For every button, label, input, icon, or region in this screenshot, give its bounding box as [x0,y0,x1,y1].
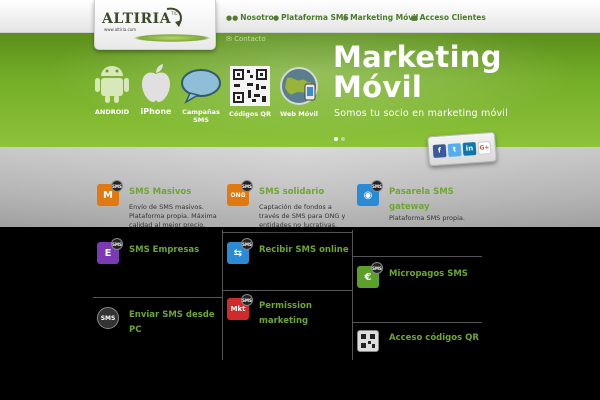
grid-divider [352,256,482,257]
facebook-icon[interactable]: f [432,143,447,158]
logo-arrow-icon [166,7,182,27]
banner-icon-label: Campañas SMS [182,108,220,124]
grid-divider [93,297,222,298]
service-recibir-sms[interactable]: ⇆ SMS Recibir SMS online [227,238,354,272]
service-enviar-sms-pc[interactable]: SMS Enviar SMS desde PC [97,307,221,337]
service-sms-empresas[interactable]: E SMS SMS Empresas [97,238,224,272]
banner-codigos-qr[interactable]: Códigos QR [229,66,271,118]
service-desc: Plataforma SMS propia. [389,214,465,222]
nav-label: Marketing Móvil [350,13,419,22]
banner-icon-label: Web Móvil [280,110,318,118]
logo-swoosh [133,34,211,42]
banner-campanas-sms[interactable]: Campañas SMS [180,68,222,124]
service-title[interactable]: Enviar SMS desde PC [129,308,224,338]
nav-label: Acceso Clientes [419,13,486,22]
nav-nosotros[interactable]: ●● Nosotros [226,13,278,22]
logo-url: www.altiria.com [104,27,136,32]
sms-badge-icon: SMS [371,180,383,192]
banner-title-line2: Móvil [333,70,423,104]
service-desc: Envío de SMS masivos. Plataforma propia.… [129,203,217,229]
google-plus-icon[interactable]: G+ [477,140,492,155]
twitter-icon[interactable]: t [447,142,462,157]
slider-dot[interactable] [334,137,338,141]
service-acceso-qr[interactable]: Acceso códigos QR [357,330,481,360]
nav-plataforma-sms[interactable]: ● Plataforma SMS [273,13,349,22]
logo-text: ALTIRIA [102,11,172,27]
android-icon [95,66,129,103]
banner-title: Marketing Móvil [333,42,502,102]
banner-icon-label: iPhone [140,107,172,116]
sms-badge-icon: SMS [111,238,123,250]
service-title[interactable]: Recibir SMS online [259,243,354,258]
service-sms-masivos[interactable]: M SMS SMS Masivos Envío de SMS masivos. … [97,180,224,229]
contact-icon: ✉ [226,35,235,43]
speech-bubble-icon [181,69,221,104]
service-title[interactable]: Micropagos SMS [389,267,484,282]
page: ALTIRIA TIC www.altiria.com ●● Nosotros … [0,0,600,400]
service-pasarela-sms[interactable]: ◉ SMS Pasarela SMS gateway Plataforma SM… [357,180,484,228]
grid-divider [222,290,352,291]
service-sms-solidario[interactable]: ONG SMS SMS solidario Captación de fondo… [227,180,354,229]
banner-android[interactable]: ANDROID [92,62,132,116]
sms-pc-icon: SMS [97,307,119,329]
banner-subtitle: Somos tu socio en marketing móvil [334,108,508,119]
service-title[interactable]: Pasarela SMS gateway [389,185,484,215]
nav-contacto[interactable]: ✉ Contacto [226,35,266,43]
service-permission-marketing[interactable]: Mkt SMS Permission marketing [227,294,354,329]
service-desc: Captación de fondos a través de SMS para… [259,203,346,229]
sms-badge-icon: SMS [241,180,253,192]
service-title[interactable]: SMS Empresas [129,243,224,258]
banner-iphone[interactable]: iPhone [138,62,174,116]
banner-title-line1: Marketing [333,40,502,74]
service-title[interactable]: SMS Masivos [129,185,224,200]
qr-code-icon [230,66,270,106]
globe-icon: ◉ [342,13,349,22]
banner-icon-label: ANDROID [94,108,130,116]
sms-badge-icon: SMS [241,294,253,306]
qr-small-icon [357,330,379,352]
grid-divider [352,322,482,323]
service-title[interactable]: Acceso códigos QR [389,331,484,346]
service-micropagos-sms[interactable]: € SMS Micropagos SMS [357,262,484,296]
linkedin-icon[interactable]: in [462,141,477,156]
world-mobile-icon [280,67,318,105]
sms-badge-icon: SMS [371,262,383,274]
apple-icon [142,64,170,102]
banner-web-movil[interactable]: Web Móvil [277,66,321,118]
social-share-box: f t in G+ [427,131,497,167]
service-title[interactable]: SMS solidario [259,185,354,200]
sms-badge-icon: SMS [241,238,253,250]
logo[interactable]: ALTIRIA TIC www.altiria.com [94,0,216,50]
slider-dots [334,137,345,141]
people-icon: ●● [226,13,239,22]
qr-glyph [361,334,375,348]
lock-icon: ■ [411,13,418,22]
nav-marketing-movil[interactable]: ◉ Marketing Móvil [342,13,418,22]
banner-icon-label: Códigos QR [229,110,271,118]
sms-badge-icon: SMS [111,180,123,192]
nav-acceso-clientes[interactable]: ■ Acceso Clientes [411,13,486,22]
service-title[interactable]: Permission marketing [259,299,354,329]
nav-label: Plataforma SMS [281,13,349,22]
nav-label: Contacto [234,35,266,43]
chat-icon: ● [273,13,280,22]
slider-dot[interactable] [341,137,345,141]
